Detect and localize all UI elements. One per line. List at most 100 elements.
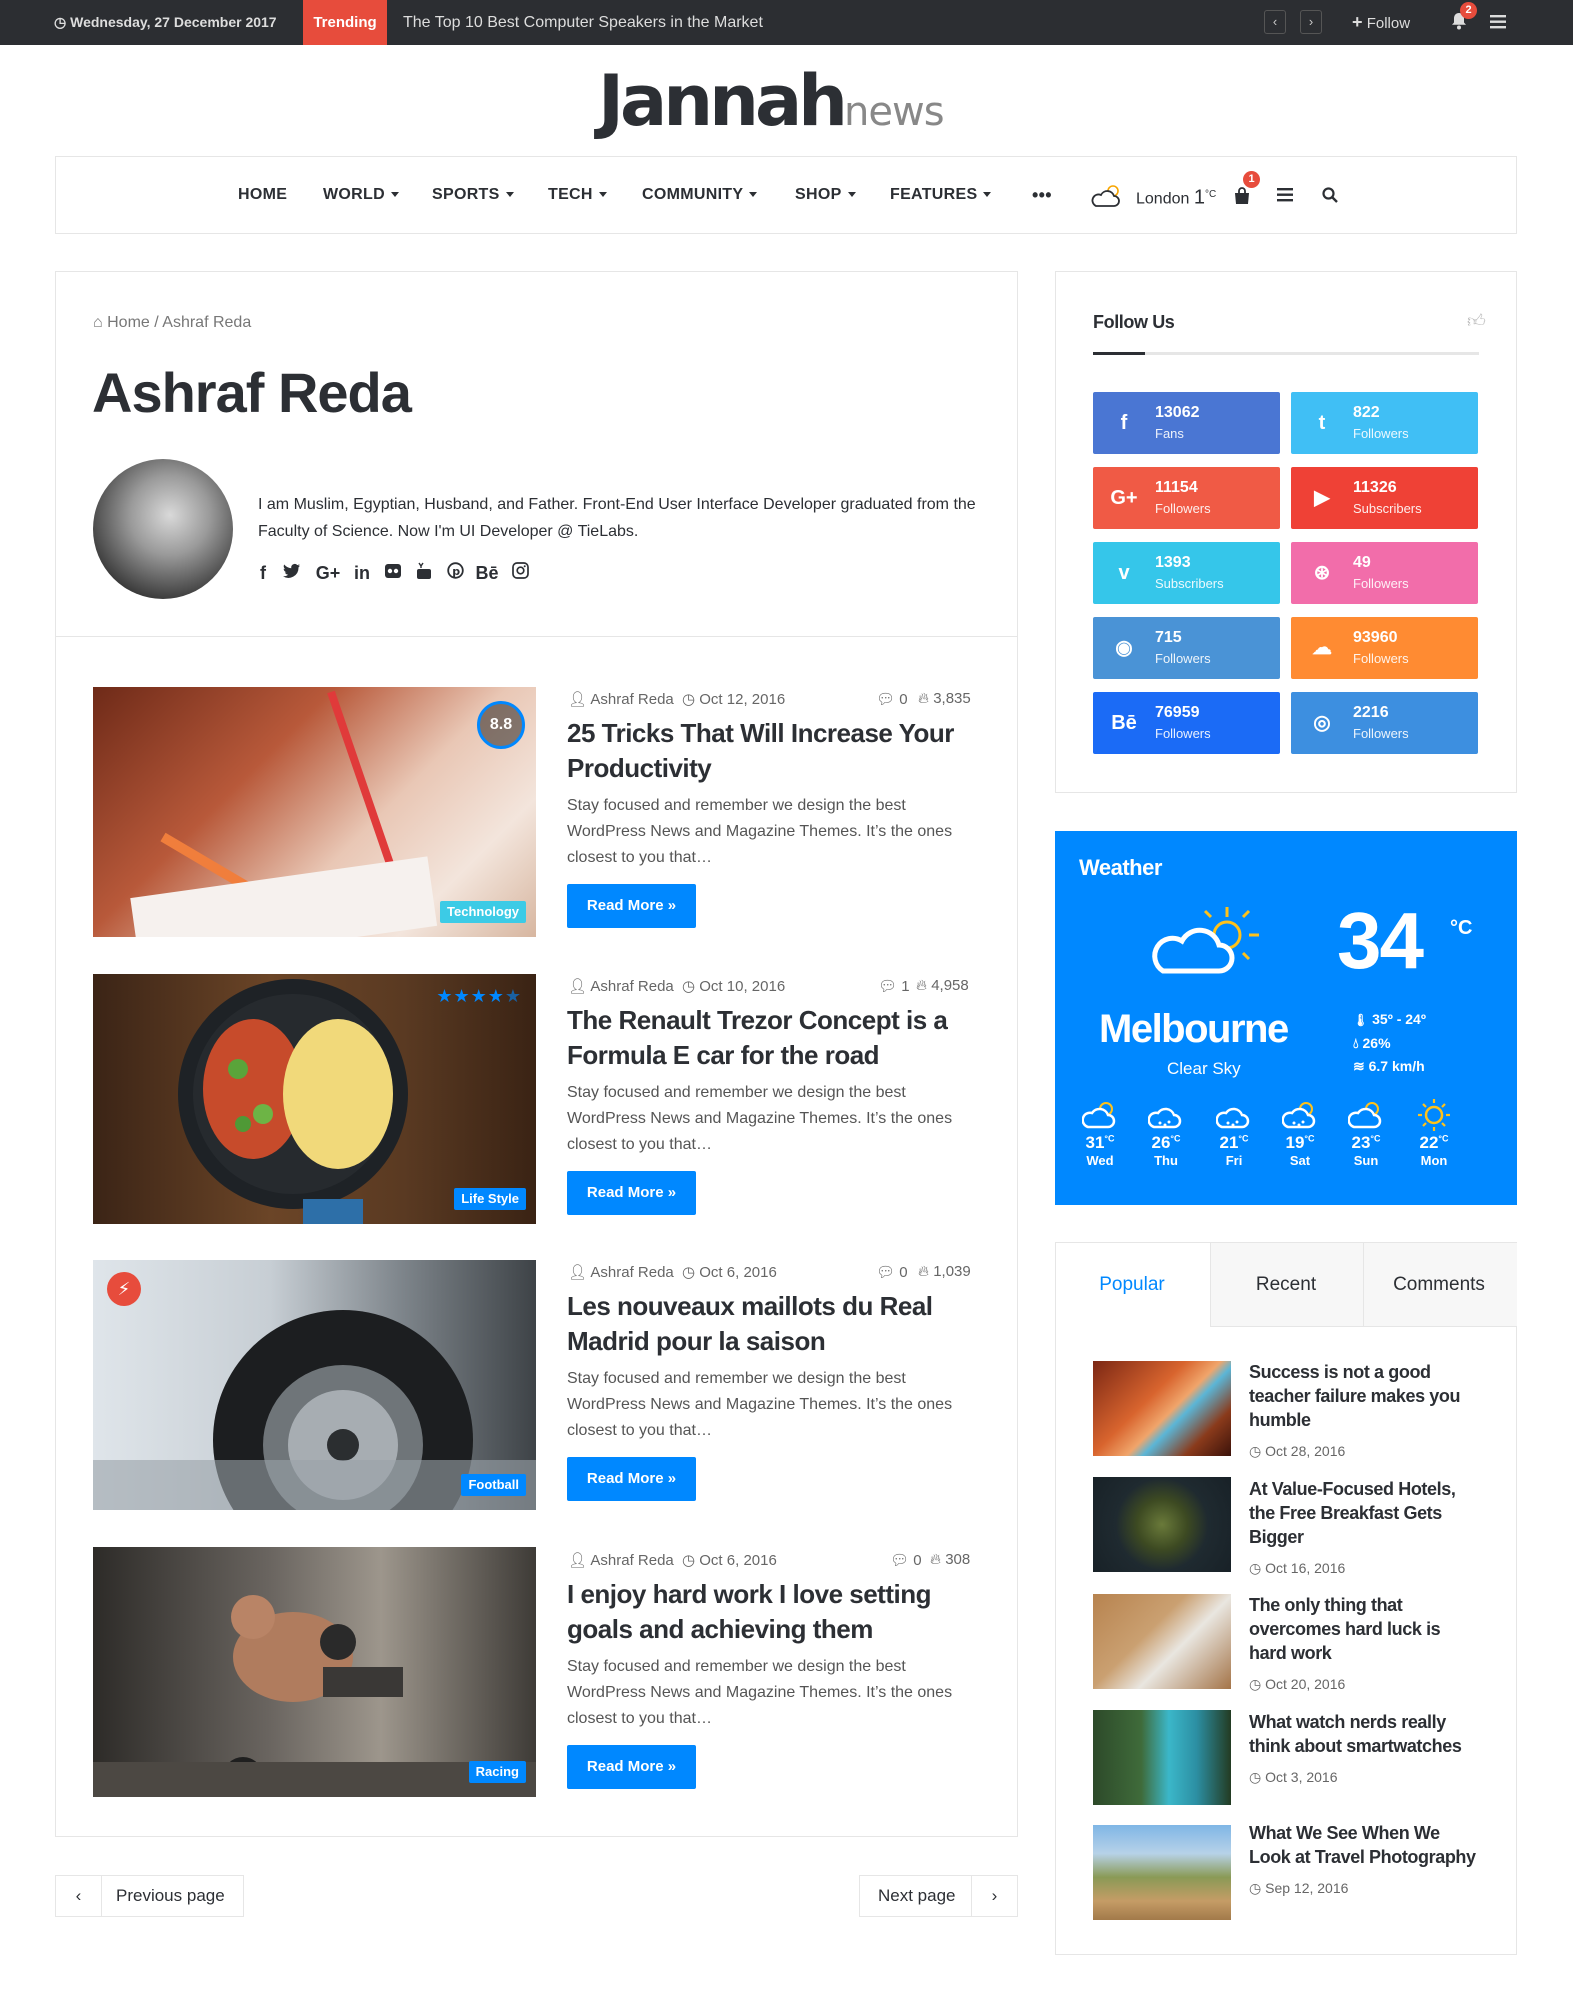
post-title-link[interactable]: 25 Tricks That Will Increase Your Produc… bbox=[567, 716, 977, 786]
nav-item-tech[interactable]: TECH bbox=[548, 157, 607, 233]
widget-title-underline bbox=[1093, 352, 1479, 355]
nav-item-community[interactable]: COMMUNITY bbox=[642, 157, 758, 233]
ticker-prev-button[interactable]: ‹ bbox=[1264, 10, 1286, 34]
popular-post-title[interactable]: What watch nerds really think about smar… bbox=[1249, 1710, 1481, 1758]
popular-post-title[interactable]: The only thing that overcomes hard luck … bbox=[1249, 1593, 1481, 1665]
popular-post-thumbnail[interactable] bbox=[1093, 1710, 1231, 1805]
post-thumbnail[interactable]: 8.8 Technology bbox=[93, 687, 536, 937]
popular-post-date-text: Oct 3, 2016 bbox=[1265, 1769, 1338, 1785]
nav-item-world[interactable]: WORLD bbox=[323, 157, 399, 233]
trending-label: Trending bbox=[303, 0, 387, 45]
post-author[interactable]: 👤︎ Ashraf Reda bbox=[568, 1263, 674, 1281]
category-badge[interactable]: Technology bbox=[440, 901, 526, 923]
popular-post-title[interactable]: What We See When We Look at Travel Photo… bbox=[1249, 1821, 1481, 1869]
soundcloud-counter-button[interactable]: ☁ 93960 Followers bbox=[1291, 617, 1478, 679]
behance-icon[interactable]: Bē bbox=[473, 562, 501, 584]
nav-item-shop[interactable]: SHOP bbox=[795, 157, 856, 233]
post-comments-count[interactable]: 💬︎ 0 bbox=[890, 1551, 922, 1569]
youtube-counter-button[interactable]: ▶ 11326 Subscribers bbox=[1291, 467, 1478, 529]
chevron-left-icon: ‹ bbox=[56, 1876, 102, 1916]
rain-icon bbox=[1133, 1097, 1199, 1133]
counter-label: Followers bbox=[1353, 426, 1409, 441]
rain-icon bbox=[1201, 1097, 1267, 1133]
tab-comments[interactable]: Comments bbox=[1362, 1243, 1516, 1327]
github-counter-button[interactable]: ◉ 715 Followers bbox=[1093, 617, 1280, 679]
post-comments-count[interactable]: 💬︎ 0 bbox=[876, 1263, 908, 1281]
twitter-counter-button[interactable]: t 822 Followers bbox=[1291, 392, 1478, 454]
post-author[interactable]: 👤︎ Ashraf Reda bbox=[568, 690, 674, 708]
twitter-icon[interactable] bbox=[282, 562, 302, 584]
nav-item-sports[interactable]: SPORTS bbox=[432, 157, 514, 233]
post-date: ◷ Oct 12, 2016 bbox=[682, 690, 785, 708]
category-badge[interactable]: Football bbox=[461, 1474, 526, 1496]
post-title-link[interactable]: The Renault Trezor Concept is a Formula … bbox=[567, 1003, 977, 1073]
popular-post-title[interactable]: Success is not a good teacher failure ma… bbox=[1249, 1360, 1481, 1432]
post-date-text: Oct 6, 2016 bbox=[699, 1552, 777, 1569]
flickr-icon[interactable] bbox=[383, 562, 403, 584]
popular-post-date: ◷ Oct 20, 2016 bbox=[1249, 1676, 1345, 1693]
read-more-button[interactable]: Read More » bbox=[567, 1745, 696, 1789]
fire-icon: 🔥︎ bbox=[918, 1263, 930, 1280]
next-page-label: Next page bbox=[878, 1886, 956, 1905]
menu-icon[interactable] bbox=[1277, 188, 1293, 207]
facebook-icon[interactable]: f bbox=[254, 562, 272, 584]
post-comments-count[interactable]: 💬︎ 0 bbox=[876, 690, 908, 708]
google-plus-counter-button[interactable]: G+ 11154 Followers bbox=[1093, 467, 1280, 529]
youtube-icon[interactable] bbox=[414, 562, 434, 584]
facebook-counter-button[interactable]: f 13062 Fans bbox=[1093, 392, 1280, 454]
nav-item-features[interactable]: FEATURES bbox=[890, 157, 992, 233]
comments-icon: 💬︎ bbox=[876, 691, 896, 708]
clock-icon: ◷ bbox=[1249, 1560, 1262, 1576]
breadcrumb-home-link[interactable]: Home bbox=[107, 314, 150, 331]
thermometer-icon: 🌡︎ bbox=[1353, 1013, 1369, 1027]
comments-icon: 💬︎ bbox=[876, 1264, 896, 1281]
follow-button[interactable]: + Follow bbox=[1352, 0, 1410, 45]
partly-cloudy-icon bbox=[1067, 1097, 1133, 1133]
site-logo[interactable]: Jannahnews bbox=[598, 60, 976, 142]
read-more-button[interactable]: Read More » bbox=[567, 1171, 696, 1215]
popular-post-title[interactable]: At Value-Focused Hotels, the Free Breakf… bbox=[1249, 1477, 1481, 1549]
post-author[interactable]: 👤︎ Ashraf Reda bbox=[568, 1551, 674, 1569]
popular-post-thumbnail[interactable] bbox=[1093, 1361, 1231, 1456]
tab-recent[interactable]: Recent bbox=[1209, 1243, 1363, 1327]
nav-item-home[interactable]: HOME bbox=[238, 157, 287, 233]
notifications-count-badge: 2 bbox=[1460, 2, 1477, 19]
category-badge[interactable]: Life Style bbox=[454, 1188, 526, 1210]
search-icon[interactable] bbox=[1322, 187, 1338, 208]
behance-counter-button[interactable]: Bē 76959 Followers bbox=[1093, 692, 1280, 754]
trending-ticker-link[interactable]: The Top 10 Best Computer Speakers in the… bbox=[403, 0, 763, 45]
vimeo-counter-button[interactable]: v 1393 Subscribers bbox=[1093, 542, 1280, 604]
previous-page-button[interactable]: ‹ Previous page bbox=[55, 1875, 244, 1917]
nav-more-button[interactable]: ••• bbox=[1032, 157, 1052, 233]
post-excerpt: Stay focused and remember we design the … bbox=[567, 1370, 953, 1439]
twitter-icon: t bbox=[1318, 412, 1326, 434]
read-more-button[interactable]: Read More » bbox=[567, 1457, 696, 1501]
popular-post-thumbnail[interactable] bbox=[1093, 1477, 1231, 1572]
ticker-next-button[interactable]: › bbox=[1300, 10, 1322, 34]
category-badge[interactable]: Racing bbox=[468, 1761, 526, 1783]
post-title-link[interactable]: I enjoy hard work I love setting goals a… bbox=[567, 1577, 977, 1647]
chevron-down-icon bbox=[749, 192, 758, 198]
chevron-down-icon bbox=[598, 192, 607, 198]
post-thumbnail[interactable]: Racing bbox=[93, 1547, 536, 1797]
instagram-counter-button[interactable]: ◎ 2216 Followers bbox=[1291, 692, 1478, 754]
popular-post-thumbnail[interactable] bbox=[1093, 1594, 1231, 1689]
dribbble-counter-button[interactable]: ⊛ 49 Followers bbox=[1291, 542, 1478, 604]
post-thumbnail[interactable]: ★★★★★ Life Style bbox=[93, 974, 536, 1224]
read-more-button[interactable]: Read More » bbox=[567, 884, 696, 928]
counter-label: Followers bbox=[1353, 576, 1409, 591]
post-thumbnail[interactable]: ⚡︎ Football bbox=[93, 1260, 536, 1510]
instagram-icon[interactable] bbox=[510, 562, 530, 584]
post-author[interactable]: 👤︎ Ashraf Reda bbox=[568, 977, 674, 995]
views-count-text: 4,958 bbox=[931, 977, 969, 994]
post-comments-count[interactable]: 💬︎ 1 bbox=[878, 977, 910, 995]
tab-popular[interactable]: Popular bbox=[1055, 1243, 1209, 1327]
post-title-link[interactable]: Les nouveaux maillots du Real Madrid pou… bbox=[567, 1289, 977, 1359]
google-plus-icon[interactable]: G+ bbox=[314, 562, 342, 584]
cart-icon[interactable] bbox=[1233, 187, 1251, 205]
popular-post-thumbnail[interactable] bbox=[1093, 1825, 1231, 1920]
next-page-button[interactable]: Next page › bbox=[859, 1875, 1018, 1917]
pinterest-icon[interactable]: p bbox=[445, 562, 465, 584]
menu-icon[interactable] bbox=[1490, 15, 1506, 34]
linkedin-icon[interactable]: in bbox=[352, 562, 372, 584]
